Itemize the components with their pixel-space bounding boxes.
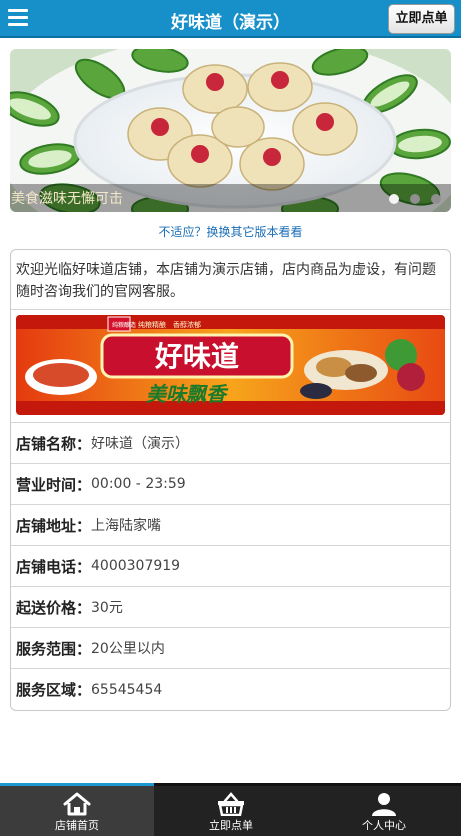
carousel-dot-2[interactable] [410,194,420,204]
bottom-nav: 店铺首页 立即点单 个人中心 [0,783,461,836]
banner-caption: 美食滋味无懈可击 [11,191,123,207]
banner-carousel[interactable]: 美食滋味无懈可击 [10,49,451,212]
banner-caption-bar: 美食滋味无懈可击 [10,184,451,212]
info-value: 30元 [91,600,123,616]
order-now-button[interactable]: 立即点单 [388,4,455,34]
info-value: 00:00 - 23:59 [91,476,186,492]
info-label: 服务区域： [16,681,92,699]
store-ad-banner: 纯粮酿造 纯粮精酿 香醇浓郁 好味道 美味飘香 [16,315,445,415]
tab-order-now[interactable]: 立即点单 [154,786,308,836]
tab-label-order: 立即点单 [209,819,253,832]
info-label: 服务范围： [16,639,92,658]
carousel-dot-3[interactable] [431,194,441,204]
ad-tag-line: 纯粮精酿 香醇浓郁 [138,320,201,329]
info-label: 营业时间： [16,475,92,494]
info-value: 上海陆家嘴 [91,518,162,534]
ad-banner-container: 纯粮酿造 纯粮精酿 香醇浓郁 好味道 美味飘香 [11,310,450,423]
switch-version-link[interactable]: 不适应？换换其它版本看看 [0,223,461,240]
tab-label-user: 个人中心 [362,819,406,832]
carousel-dot-1[interactable] [389,194,399,204]
ad-slogan: 美味飘香 [146,382,229,406]
tab-label-home: 店铺首页 [55,819,99,832]
info-value: 好味道（演示） [91,436,190,452]
store-info-list: 店铺名称： 好味道（演示） 营业时间： 00:00 - 23:59 店铺地址： 上海陆家嘴… [11,423,450,710]
ad-tag-small: 纯粮酿造 [112,321,136,329]
info-label: 店铺电话： [16,557,92,576]
home-icon [63,792,91,816]
info-label: 店铺名称： [16,434,92,453]
info-row: 服务范围： 20公里以内 [11,628,450,669]
info-row: 店铺名称： 好味道（演示） [11,423,450,464]
info-row: 店铺地址： 上海陆家嘴 [11,505,450,546]
info-row: 起送价格： 30元 [11,587,450,628]
ad-brand-name: 好味道 [154,340,239,373]
tab-user-center[interactable]: 个人中心 [307,786,461,836]
user-icon [372,793,396,816]
info-row: 营业时间： 00:00 - 23:59 [11,464,450,505]
info-value: 20公里以内 [91,641,165,657]
welcome-text: 欢迎光临好味道店铺，本店铺为演示店铺，店内商品为虚设，有问题随时咨询我们的官网客… [11,250,450,310]
top-header: 好味道（演示） 立即点单 [0,0,461,38]
store-info-card: 欢迎光临好味道店铺，本店铺为演示店铺，店内商品为虚设，有问题随时咨询我们的官网客… [10,249,451,711]
info-value: 65545454 [91,681,163,698]
carousel-dots [389,194,441,204]
info-row: 服务区域： 65545454 [11,669,450,710]
basket-icon [218,792,244,816]
info-label: 店铺地址： [16,516,92,535]
info-label: 起送价格： [16,598,92,617]
info-row: 店铺电话： 4000307919 [11,546,450,587]
info-value[interactable]: 4000307919 [91,558,180,574]
tab-store-home[interactable]: 店铺首页 [0,786,154,836]
